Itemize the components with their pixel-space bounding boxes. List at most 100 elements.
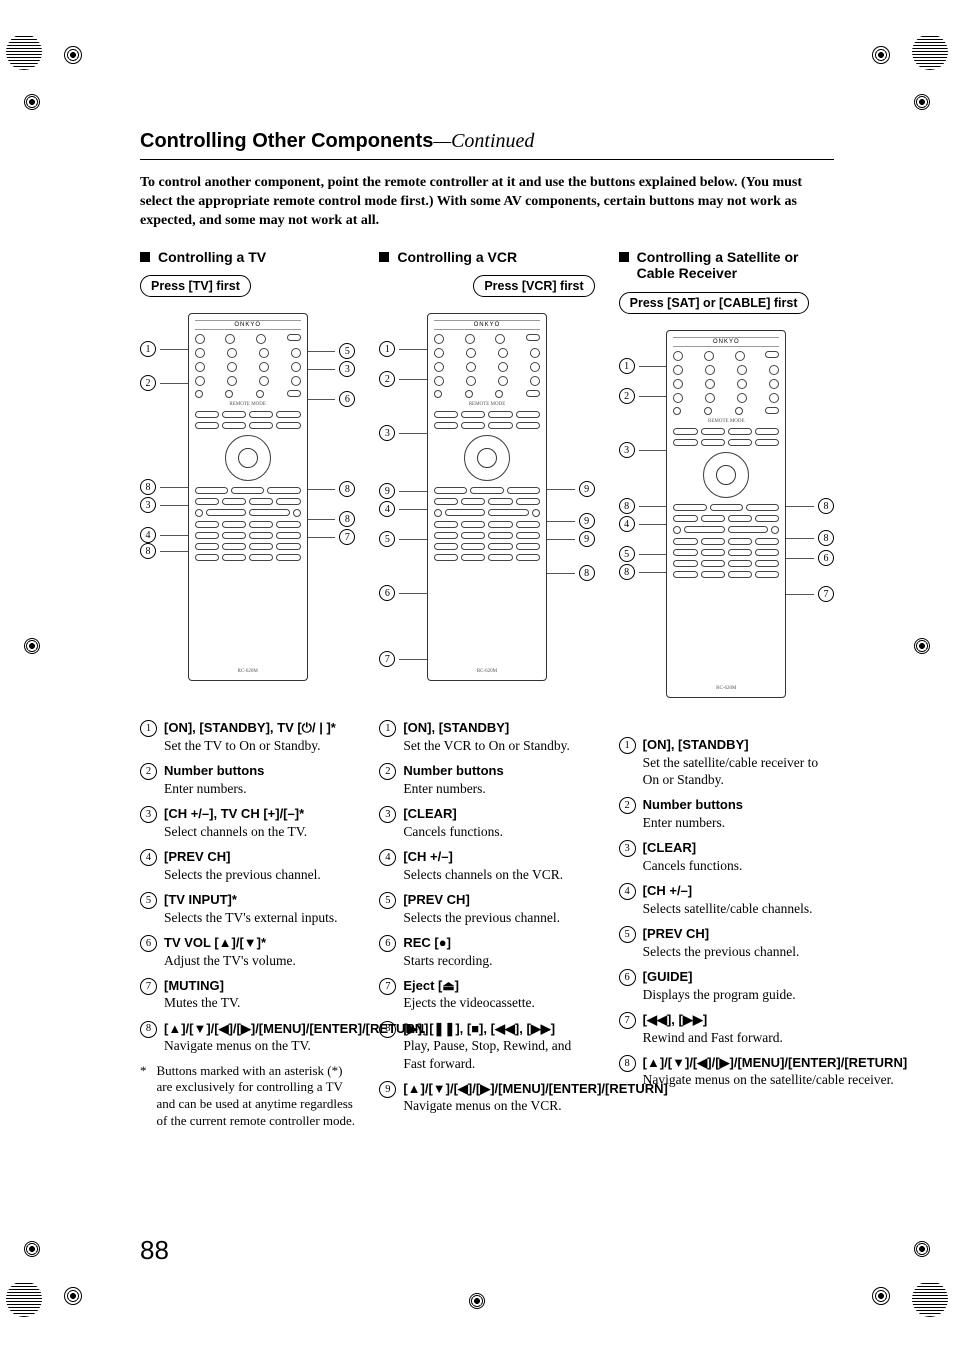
callout: 8 — [140, 543, 194, 559]
list-item: 7[MUTING]Mutes the TV. — [140, 977, 355, 1012]
brand-label: ONKYO — [195, 320, 301, 330]
callout: 3 — [301, 361, 355, 377]
list-item: 1[ON], [STANDBY], TV [⏻/ | ]*Set the TV … — [140, 719, 355, 754]
callout: 4 — [379, 501, 433, 517]
crop-mark-icon — [24, 1241, 40, 1257]
intro-paragraph: To control another component, point the … — [140, 174, 834, 231]
callout: 9 — [541, 513, 595, 529]
remote-illustration: ONKYO REMOTE MODE — [666, 330, 786, 698]
list-item: 2Number buttonsEnter numbers. — [140, 762, 355, 797]
asterisk-icon: * — [140, 1063, 147, 1131]
list-item: 2Number buttonsEnter numbers. — [619, 796, 834, 831]
section-heading: Controlling a VCR — [379, 249, 594, 266]
footnote: * Buttons marked with an asterisk (*) ar… — [140, 1063, 355, 1131]
registration-mark-icon — [6, 1281, 42, 1317]
list-item: 4[PREV CH]Selects the previous channel. — [140, 848, 355, 883]
callout: 8 — [140, 479, 194, 495]
callout: 1 — [140, 341, 194, 357]
callout: 8 — [780, 530, 834, 546]
title-continued: —Continued — [433, 130, 534, 152]
model-label: RC-620M — [434, 669, 540, 674]
list-item: 6REC [●]Starts recording. — [379, 934, 594, 969]
registration-mark-icon — [6, 34, 42, 70]
crop-mark-icon — [914, 638, 930, 654]
callout: 3 — [140, 497, 194, 513]
list-item: 5[TV INPUT]*Selects the TV's external in… — [140, 891, 355, 926]
callout: 3 — [379, 425, 433, 441]
callout: 8 — [780, 498, 834, 514]
dpad-icon — [225, 435, 271, 481]
callout: 9 — [541, 481, 595, 497]
item-list: 1[ON], [STANDBY]Set the satellite/cable … — [619, 736, 834, 1088]
crop-mark-icon — [872, 1287, 890, 1305]
registration-mark-icon — [912, 1281, 948, 1317]
press-first-box: Press [VCR] first — [473, 275, 594, 297]
registration-mark-icon — [912, 34, 948, 70]
list-item: 4[CH +/–]Selects satellite/cable channel… — [619, 882, 834, 917]
remote-diagram: 1 2 3 9 4 5 6 7 9 9 9 8 ONKYO — [379, 303, 594, 703]
item-list: 1[ON], [STANDBY], TV [⏻/ | ]*Set the TV … — [140, 719, 355, 1054]
heading-text: Controlling a TV — [158, 249, 266, 266]
callout: 8 — [301, 481, 355, 497]
callout: 9 — [379, 483, 433, 499]
column-sat-cable: Controlling a Satellite or Cable Receive… — [619, 249, 834, 1130]
crop-mark-icon — [24, 638, 40, 654]
remote-mode-label: REMOTE MODE — [673, 419, 779, 424]
remote-mode-label: REMOTE MODE — [195, 402, 301, 407]
brand-label: ONKYO — [434, 320, 540, 330]
crop-mark-icon — [872, 46, 890, 64]
footnote-text: Buttons marked with an asterisk (*) are … — [157, 1063, 356, 1131]
callout: 8 — [541, 565, 595, 581]
crop-mark-icon — [64, 1287, 82, 1305]
callout: 1 — [619, 358, 673, 374]
list-item: 8[▲]/[▼]/[◀]/[▶]/[MENU]/[ENTER]/[RETURN]… — [619, 1054, 834, 1089]
list-item: 4[CH +/–]Selects channels on the VCR. — [379, 848, 594, 883]
callout: 8 — [619, 564, 673, 580]
model-label: RC-620M — [195, 669, 301, 674]
crop-mark-icon — [914, 94, 930, 110]
list-item: 8[▲]/[▼]/[◀]/[▶]/[MENU]/[ENTER]/[RETURN]… — [140, 1020, 355, 1055]
heading-text: Controlling a Satellite or Cable Receive… — [637, 249, 834, 283]
list-item: 5[PREV CH]Selects the previous channel. — [619, 925, 834, 960]
remote-diagram: 1 2 8 3 4 8 5 3 6 8 8 7 ONKYO — [140, 303, 355, 703]
remote-illustration: ONKYO REMOTE MODE — [427, 313, 547, 681]
remote-diagram: 1 2 3 8 4 5 8 8 8 6 7 ONKYO REMOTE — [619, 320, 834, 720]
list-item: 1[ON], [STANDBY]Set the VCR to On or Sta… — [379, 719, 594, 754]
callout: 7 — [379, 651, 433, 667]
callout: 4 — [140, 527, 194, 543]
section-heading: Controlling a TV — [140, 249, 355, 266]
callout: 2 — [619, 388, 673, 404]
list-item: 6[GUIDE]Displays the program guide. — [619, 968, 834, 1003]
list-item: 6TV VOL [▲]/[▼]*Adjust the TV's volume. — [140, 934, 355, 969]
list-item: 8[▶], [❚❚], [■], [◀◀], [▶▶]Play, Pause, … — [379, 1020, 594, 1072]
bullet-square-icon — [379, 252, 389, 262]
list-item: 3[CLEAR]Cancels functions. — [379, 805, 594, 840]
bullet-square-icon — [619, 252, 629, 262]
list-item: 7[◀◀], [▶▶]Rewind and Fast forward. — [619, 1011, 834, 1046]
crop-mark-icon — [24, 94, 40, 110]
callout: 6 — [379, 585, 433, 601]
crop-mark-icon — [914, 1241, 930, 1257]
callout: 5 — [619, 546, 673, 562]
callout: 2 — [379, 371, 433, 387]
press-first-box: Press [TV] first — [140, 275, 251, 297]
crop-mark-icon — [469, 1293, 485, 1309]
column-tv: Controlling a TV Press [TV] first 1 2 8 … — [140, 249, 355, 1130]
callout: 6 — [301, 391, 355, 407]
callout: 8 — [301, 511, 355, 527]
callout: 7 — [301, 529, 355, 545]
item-list: 1[ON], [STANDBY]Set the VCR to On or Sta… — [379, 719, 594, 1114]
list-item: 5[PREV CH]Selects the previous channel. — [379, 891, 594, 926]
crop-mark-icon — [64, 46, 82, 64]
page-number: 88 — [140, 1235, 169, 1266]
columns: Controlling a TV Press [TV] first 1 2 8 … — [140, 249, 834, 1130]
callout: 4 — [619, 516, 673, 532]
callout: 7 — [780, 586, 834, 602]
model-label: RC-620M — [673, 686, 779, 691]
column-vcr: Controlling a VCR Press [VCR] first 1 2 … — [379, 249, 594, 1130]
callout: 6 — [780, 550, 834, 566]
callout: 3 — [619, 442, 673, 458]
list-item: 3[CH +/–], TV CH [+]/[–]*Select channels… — [140, 805, 355, 840]
callout: 1 — [379, 341, 433, 357]
heading-text: Controlling a VCR — [397, 249, 517, 266]
